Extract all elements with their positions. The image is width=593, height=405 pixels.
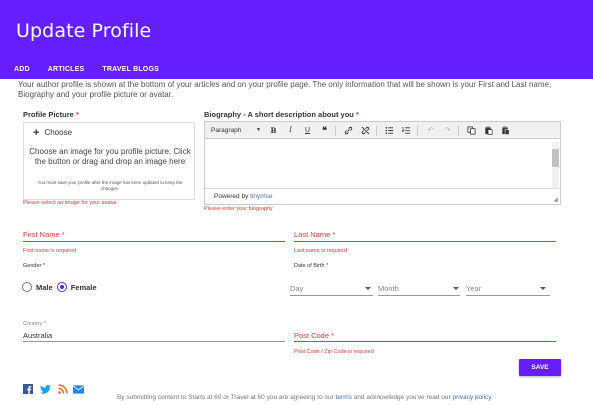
numbered-list-icon[interactable] (400, 124, 413, 137)
radio-female-label[interactable]: Female (71, 283, 97, 292)
biography-label: Biography - A short description about yo… (204, 110, 359, 119)
country-label: Country * (23, 321, 46, 327)
unlink-icon[interactable] (359, 124, 372, 137)
year-select-value: Year (466, 284, 482, 293)
format-select-value: Paragraph (211, 126, 242, 134)
undo-icon[interactable]: ↶ (424, 124, 437, 137)
app-header: Update Profile ADD ARTICLES TRAVEL BLOGS (0, 0, 593, 79)
chevron-down-icon: ▼ (256, 127, 261, 133)
resize-handle-icon[interactable]: ◢ (553, 196, 558, 203)
plus-icon: + (33, 126, 40, 139)
first-name-error: First name is required (23, 248, 77, 254)
footer-text-middle: and acknowledge you've read our (353, 394, 451, 401)
month-select[interactable] (378, 295, 460, 296)
post-code-error: Post Code / Zip Code is required (294, 349, 374, 355)
required-mark: * (75, 110, 79, 119)
italic-icon[interactable]: I (284, 124, 297, 137)
rss-icon[interactable] (57, 384, 68, 394)
dob-label: Date of Birth * (294, 263, 329, 269)
page-title: Update Profile (16, 20, 152, 42)
editor-toolbar: Paragraph ▼ B I U ❝ ↶ ↷ (205, 122, 560, 139)
intro-text: Your author profile is shown at the bott… (18, 80, 552, 99)
redo-icon[interactable]: ↷ (441, 124, 454, 137)
day-select-value: Day (290, 284, 304, 293)
twitter-icon[interactable] (40, 384, 51, 394)
gender-radio-group: Male Female (22, 282, 101, 292)
chevron-down-icon (540, 287, 546, 290)
biography-label-text: Biography - A short description about yo… (204, 110, 354, 119)
privacy-policy-link[interactable]: privacy policy (453, 394, 492, 401)
copy-icon[interactable] (465, 124, 478, 137)
dropzone-note: You must save your profile after the ima… (37, 180, 183, 191)
choose-label: Choose (44, 128, 73, 137)
toolbar-divider (335, 124, 336, 136)
top-nav: ADD ARTICLES TRAVEL BLOGS (14, 66, 177, 73)
nav-add[interactable]: ADD (14, 66, 30, 73)
dropzone-instructions: Choose an image for you profile picture.… (29, 147, 191, 166)
first-name-label: First Name * (23, 230, 65, 239)
gender-label: Gender * (23, 263, 46, 269)
chevron-down-icon (453, 287, 459, 290)
last-name-error: Last name is required (294, 248, 347, 254)
editor-scrollbar[interactable] (552, 142, 559, 188)
footer-text-before: By submitting content to Starts at 60 or… (117, 394, 334, 401)
profile-picture-label: Profile Picture * (23, 110, 79, 119)
biography-error: Please enter your biography (204, 206, 273, 212)
radio-male[interactable] (22, 282, 32, 292)
editor-statusbar: Powered by tinymce (205, 188, 560, 204)
scrollbar-thumb[interactable] (552, 149, 559, 167)
toolbar-divider (417, 124, 418, 136)
day-select[interactable] (290, 295, 373, 296)
choose-button[interactable]: + Choose (33, 126, 73, 139)
post-code-label: Post Code * (294, 331, 335, 340)
post-code-input[interactable] (294, 341, 556, 342)
last-name-label: Last Name * (294, 230, 336, 239)
paste-text-icon[interactable] (499, 124, 512, 137)
powered-by-text: Powered by (214, 193, 249, 200)
footer-text-end: . (491, 394, 493, 401)
biography-textarea[interactable] (205, 140, 560, 188)
paste-icon[interactable] (482, 124, 495, 137)
email-icon[interactable] (73, 384, 84, 394)
required-mark: * (355, 110, 359, 119)
bold-icon[interactable]: B (267, 124, 280, 137)
save-button[interactable]: SAVE (519, 359, 561, 376)
last-name-input[interactable] (294, 241, 556, 242)
underline-icon[interactable]: U (301, 124, 314, 137)
facebook-icon[interactable] (22, 384, 33, 394)
chevron-down-icon (365, 287, 371, 290)
tinymce-link[interactable]: tinymce (250, 193, 272, 200)
profile-picture-label-text: Profile Picture (23, 110, 74, 119)
terms-link[interactable]: terms (336, 394, 352, 401)
nav-travel-blogs[interactable]: TRAVEL BLOGS (102, 66, 159, 73)
toolbar-divider (458, 124, 459, 136)
radio-male-label[interactable]: Male (36, 283, 53, 292)
first-name-input[interactable] (23, 241, 285, 242)
format-select[interactable]: Paragraph ▼ (209, 124, 261, 137)
nav-articles[interactable]: ARTICLES (48, 66, 85, 73)
blockquote-icon[interactable]: ❝ (318, 124, 331, 137)
avatar-error: Please select an image for your avatar (23, 200, 117, 206)
image-dropzone[interactable]: + Choose Choose an image for you profile… (23, 122, 195, 200)
footer-disclaimer: By submitting content to Starts at 60 or… (117, 394, 493, 401)
toolbar-divider (376, 124, 377, 136)
bullet-list-icon[interactable] (383, 124, 396, 137)
biography-editor: Paragraph ▼ B I U ❝ ↶ ↷ Powered by tinym… (204, 121, 561, 205)
radio-female[interactable] (56, 282, 67, 292)
month-select-value: Month (378, 284, 399, 293)
year-select[interactable] (466, 295, 550, 296)
country-value: Australia (23, 331, 53, 340)
country-input[interactable] (23, 341, 285, 342)
link-icon[interactable] (342, 124, 355, 137)
